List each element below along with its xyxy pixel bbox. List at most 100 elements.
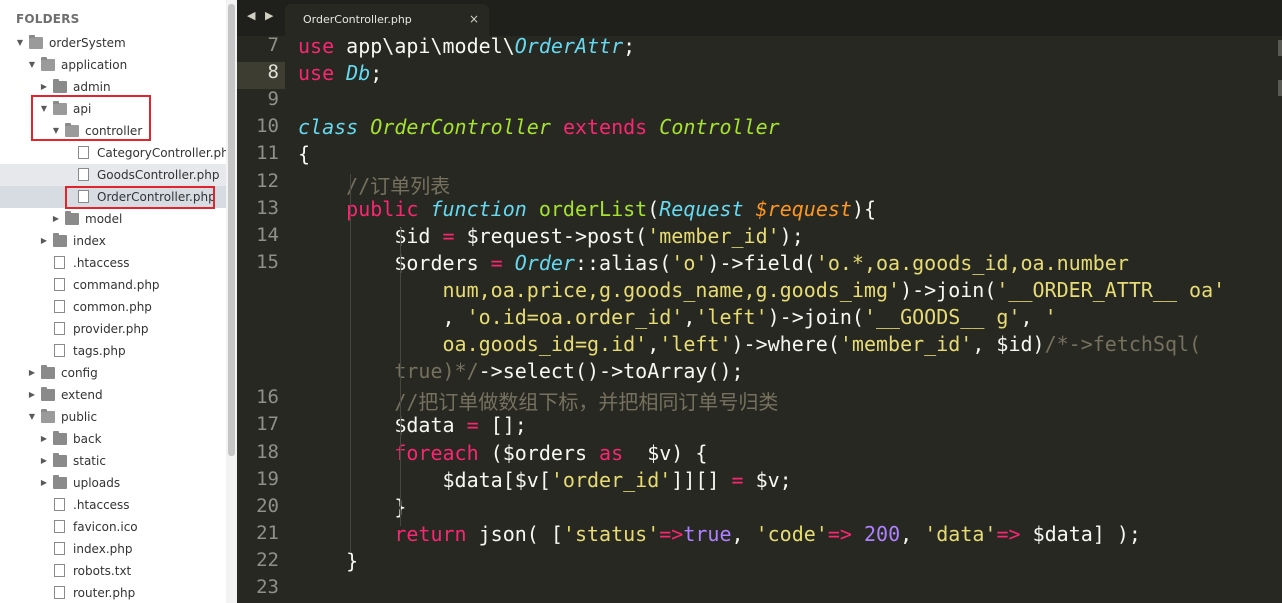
code-token: use: [298, 61, 335, 86]
tree-item-label: index.php: [73, 542, 133, 556]
folder-item[interactable]: ▼ public: [0, 406, 226, 428]
code-line[interactable]: use Db;: [298, 61, 382, 85]
code-token: )->join(: [900, 277, 997, 302]
code-line[interactable]: {: [298, 142, 310, 166]
code-token: )->field(: [707, 250, 816, 275]
code-token: 'left': [659, 332, 732, 357]
folder-item[interactable]: ▶ static: [0, 450, 226, 472]
code-token: $data[$v[: [298, 467, 551, 492]
folder-item[interactable]: ▶ index: [0, 230, 226, 252]
line-number: 23: [256, 576, 279, 598]
folder-item[interactable]: ▶ uploads: [0, 472, 226, 494]
code-line[interactable]: foreach ($orders as $v) {: [298, 441, 707, 465]
code-line[interactable]: $orders = Order::alias('o')->field('o.*,…: [298, 251, 1129, 275]
chevron-down-icon[interactable]: ▼: [15, 32, 25, 54]
file-item[interactable]: common.php: [0, 296, 226, 318]
file-item[interactable]: .htaccess: [0, 252, 226, 274]
file-item[interactable]: favicon.ico: [0, 516, 226, 538]
code-line[interactable]: $data[$v['order_id']][] = $v;: [298, 467, 792, 492]
file-item[interactable]: GoodsController.php: [0, 164, 226, 186]
code-token: =: [731, 467, 744, 492]
code-token: Order: [514, 250, 575, 275]
code-token: ;: [623, 36, 636, 58]
sidebar-scrollbar[interactable]: [226, 0, 237, 603]
code-line[interactable]: class OrderController extends Controller: [298, 115, 780, 139]
sidebar-scroll-thumb[interactable]: [228, 4, 235, 456]
file-item[interactable]: .htaccess: [0, 494, 226, 516]
chevron-right-icon[interactable]: ▶: [27, 362, 37, 384]
chevron-right-icon[interactable]: ▶: [39, 230, 49, 252]
code-token: =>: [827, 521, 852, 546]
code-line[interactable]: use app\api\model\OrderAttr;: [298, 36, 635, 58]
code-token: class: [298, 115, 359, 140]
line-number: 14: [256, 223, 279, 246]
file-item[interactable]: router.php: [0, 582, 226, 603]
folder-icon: [41, 365, 55, 379]
chevron-down-icon[interactable]: ▼: [27, 54, 37, 76]
code-token: =>: [659, 521, 684, 546]
code-token: as: [599, 440, 624, 465]
chevron-right-icon[interactable]: ▶: [39, 450, 49, 472]
folder-item[interactable]: ▶ extend: [0, 384, 226, 406]
chevron-right-icon[interactable]: ▶: [51, 208, 61, 230]
file-icon: [54, 300, 65, 313]
file-item[interactable]: command.php: [0, 274, 226, 296]
folder-item[interactable]: ▶ config: [0, 362, 226, 384]
code-token: 'status': [562, 521, 660, 546]
tree-item-label: model: [85, 212, 123, 226]
code-token: $data: [298, 413, 467, 438]
chevron-right-icon[interactable]: ▶: [39, 472, 49, 494]
code-token: =: [490, 250, 503, 275]
image-file-icon: [54, 520, 65, 533]
code-token: ,: [647, 332, 660, 357]
code-line[interactable]: $data = [];: [298, 413, 526, 438]
code-line[interactable]: $id = $request->post('member_id');: [298, 224, 803, 248]
chevron-right-icon[interactable]: ▶: [27, 384, 37, 406]
file-icon: [54, 586, 65, 599]
file-icon: [54, 278, 65, 291]
folder-icon: [41, 387, 55, 401]
code-line[interactable]: true)*/->select()->toArray();: [298, 359, 743, 383]
tree-item-label: tags.php: [73, 344, 126, 358]
code-line[interactable]: //订单列表: [298, 170, 450, 199]
code-line[interactable]: }: [298, 495, 406, 519]
code-editor[interactable]: 7 8 9 10 11 12 13 14 15 16 17 18 19 20 21 22 23 use app\…: [237, 36, 1282, 603]
folder-item[interactable]: ▼ orderSystem: [0, 32, 226, 54]
file-icon: [78, 146, 89, 159]
folder-item[interactable]: ▼ application: [0, 54, 226, 76]
file-item[interactable]: index.php: [0, 538, 226, 560]
file-item[interactable]: provider.php: [0, 318, 226, 340]
folder-item[interactable]: ▶ back: [0, 428, 226, 450]
tab-order-controller[interactable]: OrderController.php ×: [285, 4, 489, 36]
code-line[interactable]: //把订单做数组下标，并把相同订单号归类: [298, 386, 778, 415]
folder-item[interactable]: ▶ model: [0, 208, 226, 230]
tab-nav-arrows[interactable]: ◀ ▶: [247, 9, 276, 22]
code-line[interactable]: num,oa.price,g.goods_name,g.goods_img')-…: [298, 278, 1225, 302]
code-line[interactable]: public function orderList(Request $reque…: [298, 197, 876, 221]
highlight-order-controller: [65, 186, 215, 209]
text-file-icon: [54, 564, 65, 577]
code-line[interactable]: oa.goods_id=g.id','left')->where('member…: [298, 332, 1201, 356]
code-token: foreach: [394, 440, 479, 465]
tree-item-label: public: [61, 410, 98, 424]
code-token: ,: [1020, 305, 1045, 329]
tree-item-label: .htaccess: [73, 256, 130, 270]
code-line[interactable]: , 'o.id=oa.order_id','left')->join('__GO…: [298, 305, 1056, 329]
file-item[interactable]: robots.txt: [0, 560, 226, 582]
chevron-right-icon[interactable]: ▶: [39, 428, 49, 450]
code-token: $v;: [743, 467, 792, 492]
folder-open-icon: [41, 409, 55, 423]
code-token: 'o': [671, 250, 708, 275]
line-number: 21: [256, 521, 279, 544]
file-item[interactable]: CategoryController.php: [0, 142, 226, 164]
code-token: '__ORDER_ATTR__ oa': [996, 277, 1226, 302]
chevron-down-icon[interactable]: ▼: [27, 406, 37, 428]
code-line[interactable]: return json( ['status'=>true, 'code'=> 2…: [298, 522, 1141, 546]
code-token: $data] );: [1020, 521, 1141, 546]
file-item[interactable]: tags.php: [0, 340, 226, 362]
close-icon[interactable]: ×: [469, 12, 479, 26]
code-token: , $id): [972, 332, 1045, 357]
